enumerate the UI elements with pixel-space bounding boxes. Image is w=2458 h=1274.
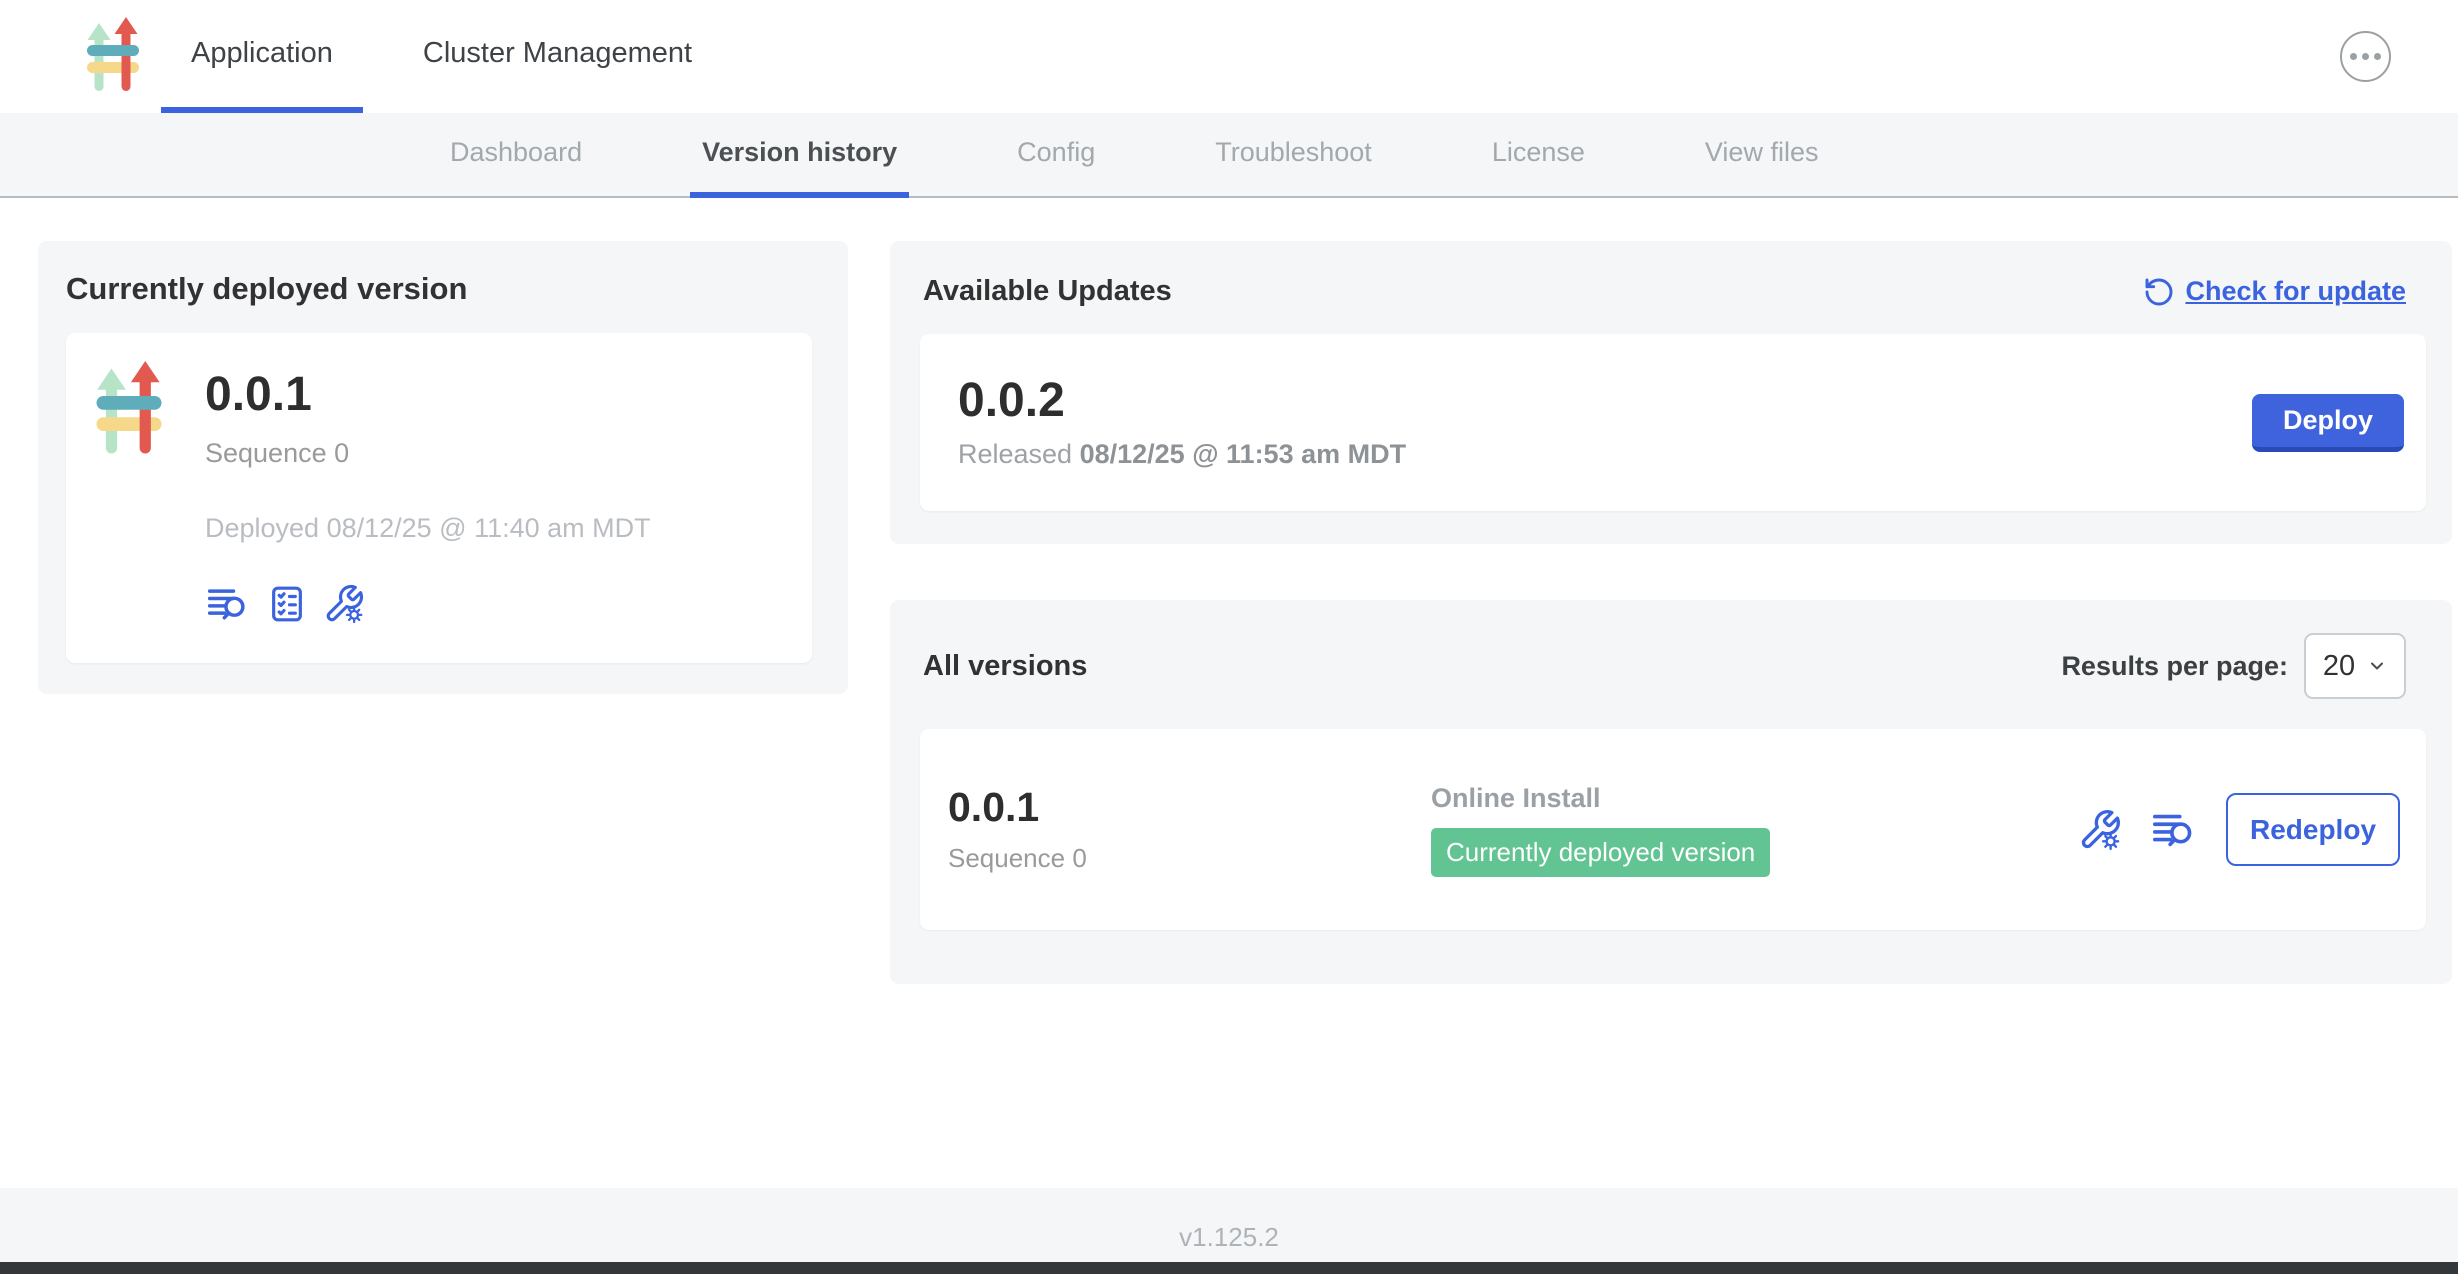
top-tabs: Application Cluster Management xyxy=(161,0,722,113)
preflight-checks-icon[interactable] xyxy=(267,582,307,626)
subnav-item-config[interactable]: Config xyxy=(1005,113,1107,198)
all-versions-title: All versions xyxy=(923,650,1087,683)
check-for-update-link[interactable]: Check for update xyxy=(2143,276,2406,308)
app-logo-icon xyxy=(85,17,145,97)
released-timestamp: 08/12/25 @ 11:53 am MDT xyxy=(1080,439,1407,469)
subnav-label: Config xyxy=(1017,137,1095,168)
available-updates-title: Available Updates xyxy=(923,275,1172,308)
version-row-actions: Redeploy xyxy=(2078,793,2400,866)
all-versions-card: All versions Results per page: 20 0.0.1 … xyxy=(890,600,2452,984)
header-right xyxy=(2340,0,2391,113)
update-released-line: Released 08/12/25 @ 11:53 am MDT xyxy=(958,439,1406,470)
check-for-update-label: Check for update xyxy=(2185,276,2406,307)
refresh-icon xyxy=(2143,276,2175,308)
app-logo-icon xyxy=(94,361,169,461)
ellipsis-dot xyxy=(2350,53,2357,60)
deployed-version-number: 0.0.1 xyxy=(205,369,651,422)
version-row-status: Online Install Currently deployed versio… xyxy=(1431,783,2078,877)
edit-config-icon[interactable] xyxy=(2078,807,2122,853)
subnav-label: Dashboard xyxy=(450,137,582,168)
tab-application-label: Application xyxy=(191,37,333,70)
subnav-item-dashboard[interactable]: Dashboard xyxy=(438,113,594,198)
install-type-label: Online Install xyxy=(1431,783,2078,814)
released-prefix: Released xyxy=(958,439,1072,469)
redeploy-button[interactable]: Redeploy xyxy=(2226,793,2400,866)
version-row: 0.0.1 Sequence 0 Online Install Currentl… xyxy=(920,729,2426,930)
app-logo xyxy=(85,0,145,113)
tab-application[interactable]: Application xyxy=(161,0,363,113)
currently-deployed-card: Currently deployed version 0.0.1 Sequenc… xyxy=(38,241,848,694)
deploy-button[interactable]: Deploy xyxy=(2252,394,2404,452)
currently-deployed-title: Currently deployed version xyxy=(66,271,820,307)
admin-console-page: Application Cluster Management Dashboard… xyxy=(0,0,2458,1274)
subnav-label: View files xyxy=(1705,137,1819,168)
overflow-menu-button[interactable] xyxy=(2340,31,2391,82)
subnav-item-version-history[interactable]: Version history xyxy=(690,113,909,198)
deployed-action-icons xyxy=(205,582,651,626)
subnav-label: Troubleshoot xyxy=(1215,137,1372,168)
subnav-label: Version history xyxy=(702,137,897,168)
subnav-item-troubleshoot[interactable]: Troubleshoot xyxy=(1203,113,1384,198)
deployed-sequence: Sequence 0 xyxy=(205,438,651,469)
chevron-down-icon xyxy=(2367,656,2387,676)
available-updates-header: Available Updates Check for update xyxy=(923,275,2406,308)
results-per-page-value: 20 xyxy=(2323,650,2355,683)
tab-cluster-management-label: Cluster Management xyxy=(423,37,692,70)
results-per-page-select[interactable]: 20 xyxy=(2304,633,2406,699)
view-logs-icon[interactable] xyxy=(2150,807,2198,853)
bottom-dark-bar xyxy=(0,1262,2458,1274)
results-per-page-label: Results per page: xyxy=(2061,651,2288,682)
ellipsis-dot xyxy=(2362,53,2369,60)
row-sequence: Sequence 0 xyxy=(948,843,1431,874)
results-per-page: Results per page: 20 xyxy=(2061,633,2406,699)
tab-cluster-management[interactable]: Cluster Management xyxy=(393,0,722,113)
view-logs-icon[interactable] xyxy=(205,582,251,626)
subnav-item-license[interactable]: License xyxy=(1480,113,1597,198)
subnav-item-view-files[interactable]: View files xyxy=(1693,113,1831,198)
ellipsis-dot xyxy=(2374,53,2381,60)
available-updates-card: Available Updates Check for update 0.0.2… xyxy=(890,241,2452,544)
deployed-version-card: 0.0.1 Sequence 0 Deployed 08/12/25 @ 11:… xyxy=(66,333,812,663)
status-badge: Currently deployed version xyxy=(1431,828,1770,877)
row-version-number: 0.0.1 xyxy=(948,785,1431,830)
deployed-version-details: 0.0.1 Sequence 0 Deployed 08/12/25 @ 11:… xyxy=(205,361,651,635)
available-update-row: 0.0.2 Released 08/12/25 @ 11:53 am MDT D… xyxy=(920,334,2426,511)
app-subnav: Dashboard Version history Config Trouble… xyxy=(0,113,2458,198)
update-version-number: 0.0.2 xyxy=(958,375,1406,428)
update-details: 0.0.2 Released 08/12/25 @ 11:53 am MDT xyxy=(958,375,1406,471)
version-row-details: 0.0.1 Sequence 0 xyxy=(948,785,1431,873)
edit-config-icon[interactable] xyxy=(323,582,365,626)
top-header: Application Cluster Management xyxy=(0,0,2458,114)
subnav-label: License xyxy=(1492,137,1585,168)
console-version-label: v1.125.2 xyxy=(0,1222,2458,1253)
all-versions-header: All versions Results per page: 20 xyxy=(923,633,2406,699)
deployed-timestamp: Deployed 08/12/25 @ 11:40 am MDT xyxy=(205,513,651,544)
